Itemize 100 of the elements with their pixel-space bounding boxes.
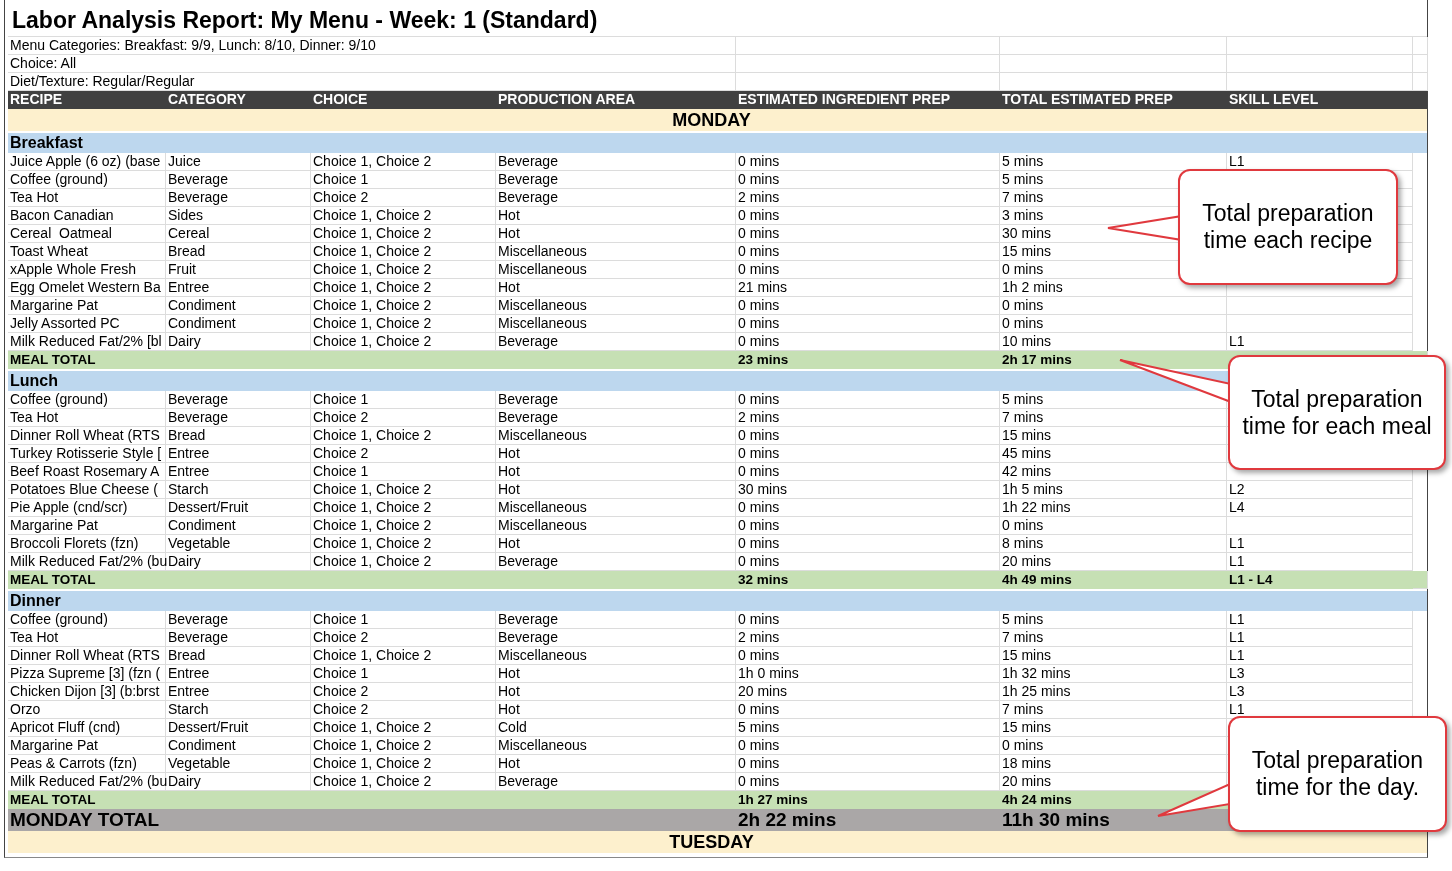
table-cell: Juice Apple (6 oz) (base [8,153,166,171]
table-cell: 0 mins [736,171,1000,189]
column-header: SKILL LEVEL [1228,91,1320,109]
table-cell: Dinner Roll Wheat (RTS [8,427,166,445]
table-cell: L4 [1227,499,1413,517]
table-cell: 15 mins [1000,427,1227,445]
table-cell: Hot [496,683,736,701]
table-cell: Choice 1, Choice 2 [311,427,496,445]
table-cell: 0 mins [736,647,1000,665]
table-cell: Miscellaneous [496,243,736,261]
callout: Total preparation time each recipe [1178,169,1398,285]
table-cell: 0 mins [736,391,1000,409]
table-cell: Miscellaneous [496,517,736,535]
table-cell: Margarine Pat [8,297,166,315]
table-cell: 21 mins [736,279,1000,297]
table-cell: Choice 1, Choice 2 [311,243,496,261]
table-cell: 7 mins [1000,629,1227,647]
table-cell: Choice 1, Choice 2 [311,499,496,517]
table-cell: Beverage [496,611,736,629]
table-cell: Beverage [496,171,736,189]
table-cell: Choice 1, Choice 2 [311,261,496,279]
table-cell: L1 [1227,647,1413,665]
day-heading: MONDAY [671,109,752,131]
column-header: PRODUCTION AREA [497,91,637,109]
table-cell: Pizza Supreme [3] (fzn ( [8,665,166,683]
table-cell: Vegetable [166,535,311,553]
table-cell: Choice 1, Choice 2 [311,535,496,553]
table-cell: Bread [166,243,311,261]
table-cell: 0 mins [1000,517,1227,535]
table-cell: 2 mins [736,629,1000,647]
table-cell: Dinner Roll Wheat (RTS [8,647,166,665]
table-cell-text: 2h 17 mins [1001,351,1073,369]
table-cell: 18 mins [1000,755,1227,773]
table-cell: Tea Hot [8,629,166,647]
table-cell: 2 mins [736,189,1000,207]
table-cell: 8 mins [1000,535,1227,553]
table-cell-text: 23 mins [737,351,790,369]
table-cell: Beef Roast Rosemary A [8,463,166,481]
table-cell: 1h 0 mins [736,665,1000,683]
table-cell: 0 mins [736,207,1000,225]
table-cell: Condiment [166,315,311,333]
table-cell: Miscellaneous [496,261,736,279]
table-cell: Choice 1, Choice 2 [311,315,496,333]
table-cell: Beverage [496,189,736,207]
table-cell: Beverage [166,629,311,647]
column-header: RECIPE [9,91,64,109]
table-cell: Juice [166,153,311,171]
table-cell: Condiment [166,517,311,535]
table-cell: 5 mins [736,719,1000,737]
table-cell: Choice 1, Choice 2 [311,279,496,297]
table-cell: 0 mins [736,517,1000,535]
table-cell: Fruit [166,261,311,279]
table-cell: Cold [496,719,736,737]
table-cell: Choice 1 [311,171,496,189]
table-cell: 0 mins [736,463,1000,481]
table-cell: Hot [496,445,736,463]
table-cell: 0 mins [1000,737,1227,755]
table-cell: 0 mins [1000,297,1227,315]
table-cell: Choice 1 [311,665,496,683]
table-cell: 2 mins [736,409,1000,427]
table-cell: Margarine Pat [8,737,166,755]
table-cell: 0 mins [736,153,1000,171]
table-cell: L3 [1227,683,1413,701]
table-cell: Chicken Dijon [3] (b:brst [8,683,166,701]
table-cell: Miscellaneous [496,315,736,333]
table-cell: 0 mins [736,611,1000,629]
table-cell-text: 2h 22 mins [737,809,838,831]
table-cell: L1 [1227,611,1413,629]
table-cell: Cereal [166,225,311,243]
table-cell: Peas & Carrots (fzn) [8,755,166,773]
table-cell: Choice 1, Choice 2 [311,755,496,773]
table-cell: 30 mins [736,481,1000,499]
table-cell: Bacon Canadian [8,207,166,225]
table-cell-text: 11h 30 mins [1001,809,1111,831]
table-cell: Tea Hot [8,409,166,427]
table-cell: Turkey Rotisserie Style [ [8,445,166,463]
table-cell: L3 [1227,665,1413,683]
table-cell-text: 32 mins [737,571,790,589]
table-cell: Coffee (ground) [8,171,166,189]
table-cell: xApple Whole Fresh [8,261,166,279]
table-cell: Broccoli Florets (fzn) [8,535,166,553]
table-cell: Choice 1, Choice 2 [311,647,496,665]
table-cell: Coffee (ground) [8,391,166,409]
table-cell: Choice 1, Choice 2 [311,225,496,243]
table-cell: Hot [496,207,736,225]
report-title: Labor Analysis Report: My Menu - Week: 1 (Standard) [8,4,1427,37]
table-cell: Beverage [166,189,311,207]
table-cell: Beverage [496,153,736,171]
table-cell: 1h 5 mins [1000,481,1227,499]
table-cell: Choice 1, Choice 2 [311,737,496,755]
table-cell: Cereal Oatmeal [8,225,166,243]
table-cell: Choice 2 [311,409,496,427]
table-cell: Beverage [496,391,736,409]
table-cell: Entree [166,445,311,463]
table-cell: Miscellaneous [496,647,736,665]
table-cell: Starch [166,481,311,499]
table-cell: 0 mins [736,315,1000,333]
table-cell: Condiment [166,297,311,315]
table-cell: Toast Wheat [8,243,166,261]
table-cell: Starch [166,701,311,719]
